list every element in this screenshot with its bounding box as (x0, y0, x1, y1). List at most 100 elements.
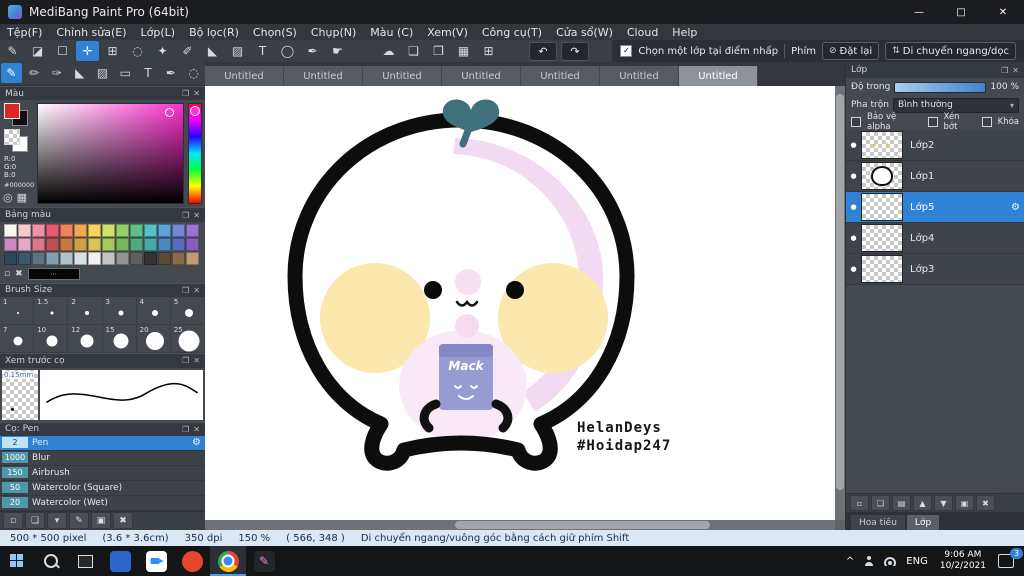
taskbar-app-firefox[interactable] (174, 546, 210, 576)
brush-size-cell[interactable]: 10 (34, 325, 69, 354)
gradient-tool-icon[interactable]: ▨ (226, 41, 249, 61)
palette-swatch[interactable] (74, 223, 87, 237)
taskbar-clock[interactable]: 9:06 AM 10/2/2021 (933, 550, 993, 572)
popout-icon[interactable]: ❐ (1001, 66, 1008, 75)
palette-swatch[interactable] (158, 237, 171, 251)
tab-lop[interactable]: Lớp (906, 515, 940, 530)
canvas[interactable]: Mack HelanDeys #Hoidap247 (205, 86, 835, 520)
menu-lop[interactable]: Lớp(L) (134, 26, 183, 39)
palette-swatch[interactable] (130, 237, 143, 251)
tray-network-button[interactable] (879, 546, 901, 576)
brush-size-cell[interactable]: 5 (170, 297, 205, 326)
palette-swatch[interactable] (4, 251, 17, 265)
layer-settings-icon[interactable]: ⚙ (1011, 202, 1020, 213)
menu-xem[interactable]: Xem(V) (420, 26, 475, 39)
layer-row-lop3[interactable]: ● Lớp3 (846, 254, 1024, 285)
palette-swatch[interactable] (32, 237, 45, 251)
eraser-tool-icon[interactable]: ◪ (26, 41, 49, 61)
taskbar-search-button[interactable] (34, 546, 68, 576)
document-tab[interactable]: Untitled (205, 66, 284, 86)
text-tool-icon[interactable]: T (138, 63, 159, 83)
layer-down-icon[interactable]: ▼ (934, 495, 953, 511)
move-tool-icon[interactable]: ✛ (76, 41, 99, 61)
snap-grid-icon[interactable]: ⊞ (477, 41, 500, 61)
palette-swatch[interactable] (32, 251, 45, 265)
minimize-button[interactable]: — (898, 0, 940, 24)
layer-visibility-icon[interactable]: ● (846, 203, 861, 211)
palette-swatch[interactable] (186, 237, 199, 251)
palette-swatch[interactable] (172, 237, 185, 251)
menu-chon[interactable]: Chọn(S) (246, 26, 304, 39)
menu-help[interactable]: Help (665, 26, 704, 39)
palette-swatch[interactable] (186, 251, 199, 265)
brush-item-blur[interactable]: 1000 Blur (0, 450, 205, 466)
clipping-checkbox[interactable] (927, 117, 938, 127)
menu-cua-so[interactable]: Cửa sổ(W) (549, 26, 620, 39)
brush-item-airbrush[interactable]: 150 Airbrush (0, 465, 205, 481)
pen-brush-icon[interactable]: ✎ (1, 63, 22, 84)
palette-swatch[interactable] (102, 251, 115, 265)
marquee-select-tool-icon[interactable]: ☐ (51, 41, 74, 61)
brush-size-cell[interactable]: 7 (0, 325, 35, 354)
menu-chup[interactable]: Chụp(N) (304, 26, 363, 39)
redo-button[interactable]: ↷ (561, 41, 589, 61)
select-pen-tool-icon[interactable]: ✐ (176, 41, 199, 61)
palette-swatch[interactable] (88, 223, 101, 237)
new-brush-icon[interactable]: ▫ (3, 512, 23, 530)
delete-brush-icon[interactable]: ✖ (113, 512, 133, 530)
document-tab[interactable]: Untitled (600, 66, 679, 86)
merge-layer-icon[interactable]: ▤ (892, 495, 911, 511)
delete-swatch-icon[interactable]: ✖ (15, 269, 23, 279)
brush-size-cell[interactable]: 1 (0, 297, 35, 326)
layer-folder-icon[interactable]: ▣ (955, 495, 974, 511)
menu-bo-loc[interactable]: Bộ lọc(R) (182, 26, 246, 39)
palette-swatch[interactable] (116, 223, 129, 237)
blend-mode-select[interactable]: Bình thường ▾ (892, 97, 1019, 113)
palette-swatch[interactable] (46, 237, 59, 251)
horizontal-scrollbar[interactable] (205, 520, 835, 530)
brush-item-watercolor-wet[interactable]: 20 Watercolor (Wet) (0, 495, 205, 511)
cloud-icon[interactable]: ☁ (377, 41, 400, 61)
sv-marker[interactable] (165, 108, 174, 118)
task-view-button[interactable] (68, 546, 102, 576)
close-button[interactable]: ✕ (982, 0, 1024, 24)
shape-tool-icon[interactable]: ▭ (115, 63, 136, 83)
palette-swatch[interactable] (130, 223, 143, 237)
document-tab[interactable]: Untitled (521, 66, 600, 86)
taskbar-app-medibang[interactable]: ✎ (246, 546, 282, 576)
layer-visibility-icon[interactable]: ● (846, 265, 861, 273)
new-layer-icon[interactable]: ▫ (850, 495, 869, 511)
brush-size-cell[interactable]: 15 (102, 325, 137, 354)
material-icon[interactable]: ❐ (427, 41, 450, 61)
close-icon[interactable]: ✕ (193, 211, 200, 220)
brush-item-pen[interactable]: 2 Pen ⚙ (0, 435, 205, 451)
close-icon[interactable]: ✕ (193, 425, 200, 434)
taskbar-app-chrome[interactable] (210, 546, 246, 576)
layer-row-lop2[interactable]: ● ✦ ✦ Lớp2 (846, 130, 1024, 161)
palette-swatch[interactable] (144, 223, 157, 237)
palette-swatch[interactable] (46, 223, 59, 237)
palette-swatch[interactable] (144, 237, 157, 251)
opacity-slider[interactable] (894, 81, 987, 93)
palette-swatch[interactable] (88, 237, 101, 251)
palette-swatch[interactable] (4, 223, 17, 237)
brush-size-cell[interactable]: 12 (68, 325, 103, 354)
document-tab[interactable]: Untitled (284, 66, 363, 86)
palette-swatch[interactable] (74, 237, 87, 251)
brush-menu-icon[interactable]: ▾ (47, 512, 67, 530)
layer-visibility-icon[interactable]: ● (846, 172, 861, 180)
bucket-tool-icon[interactable]: ◣ (69, 63, 90, 83)
close-icon[interactable]: ✕ (1012, 66, 1019, 75)
brush-size-cell[interactable]: 2 (68, 297, 103, 326)
palette-swatch[interactable] (18, 223, 31, 237)
palette-swatch[interactable] (116, 251, 129, 265)
palette-swatch[interactable] (60, 251, 73, 265)
document-tab-active[interactable]: Untitled (679, 66, 758, 86)
maximize-button[interactable]: □ (940, 0, 982, 24)
layer-visibility-icon[interactable]: ● (846, 141, 861, 149)
popout-icon[interactable]: ❐ (182, 286, 189, 295)
palette-swatch[interactable] (18, 251, 31, 265)
move-mode-button[interactable]: ⇅ Di chuyển ngang/dọc (885, 42, 1016, 60)
brush-size-cell[interactable]: 1.5 (34, 297, 69, 326)
ellipse-tool-icon[interactable]: ◯ (276, 41, 299, 61)
